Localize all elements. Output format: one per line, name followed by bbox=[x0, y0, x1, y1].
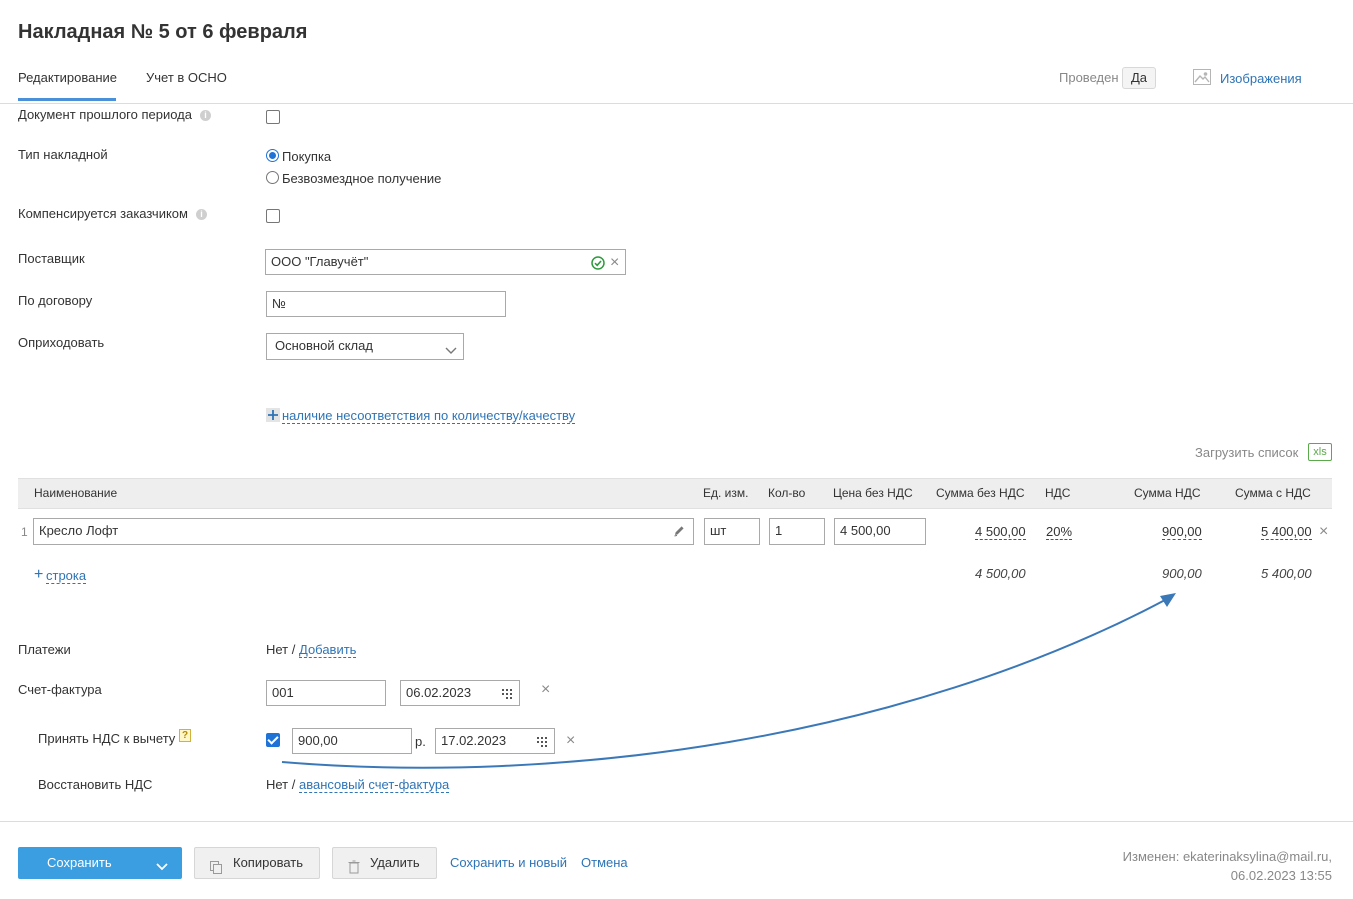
annotation-arrow bbox=[281, 593, 1176, 769]
save-button[interactable]: Сохранить bbox=[18, 847, 182, 879]
chevron-down-icon[interactable] bbox=[156, 859, 168, 871]
cancel-link[interactable]: Отмена bbox=[581, 855, 628, 870]
footer-divider bbox=[0, 821, 1353, 822]
trash-icon bbox=[347, 855, 361, 874]
copy-button[interactable]: Копировать bbox=[194, 847, 320, 879]
copy-button-label: Копировать bbox=[233, 855, 303, 870]
copy-icon bbox=[209, 855, 223, 874]
delete-button-label: Удалить bbox=[370, 855, 420, 870]
delete-button[interactable]: Удалить bbox=[332, 847, 437, 879]
save-button-label: Сохранить bbox=[47, 855, 112, 870]
changed-by: Изменен: ekaterinaksylina@mail.ru, bbox=[1122, 849, 1332, 864]
changed-at: 06.02.2023 13:55 bbox=[1230, 868, 1332, 883]
save-and-new-link[interactable]: Сохранить и новый bbox=[450, 855, 567, 870]
